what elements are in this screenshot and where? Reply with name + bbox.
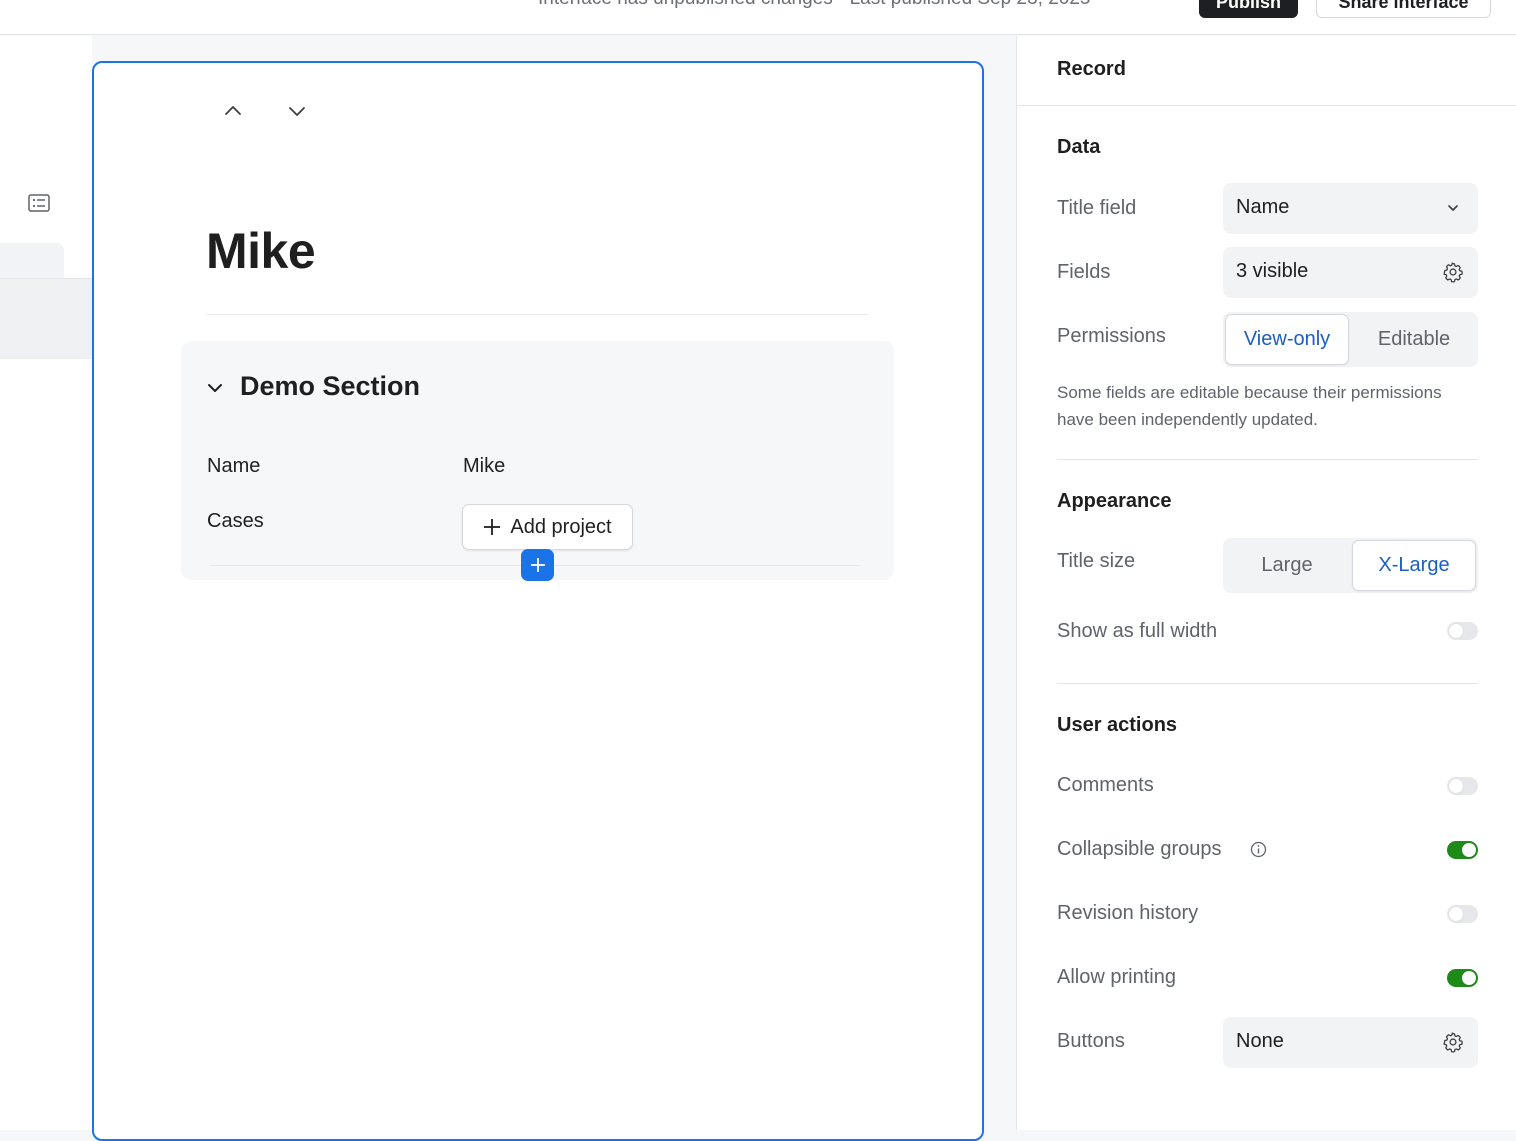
collapsible-groups-toggle[interactable] bbox=[1447, 841, 1478, 859]
publish-button[interactable]: Publish bbox=[1199, 0, 1298, 18]
left-sidebar bbox=[0, 36, 92, 1130]
properties-panel: Record Data Title field Name Fields 3 vi… bbox=[1016, 36, 1516, 1130]
add-project-button[interactable]: Add project bbox=[462, 504, 633, 550]
fields-select[interactable]: 3 visible bbox=[1223, 247, 1478, 298]
section-divider bbox=[1057, 683, 1478, 684]
plus-icon bbox=[530, 558, 545, 572]
gear-icon bbox=[1443, 262, 1463, 283]
revision-history-label: Revision history bbox=[1057, 902, 1199, 924]
user-actions-heading: User actions bbox=[1057, 714, 1178, 736]
title-field-value: Name bbox=[1236, 196, 1290, 218]
title-size-toggle: Large X-Large bbox=[1223, 538, 1478, 593]
permissions-editable[interactable]: Editable bbox=[1352, 314, 1476, 365]
field-label-cases: Cases bbox=[207, 510, 264, 532]
chevron-down-icon bbox=[1448, 205, 1458, 211]
panel-title: Record bbox=[1057, 58, 1126, 80]
fields-value: 3 visible bbox=[1236, 260, 1309, 282]
title-size-large[interactable]: Large bbox=[1225, 540, 1349, 591]
title-divider bbox=[206, 314, 868, 315]
permissions-label: Permissions bbox=[1057, 325, 1166, 347]
info-icon[interactable] bbox=[1250, 841, 1267, 858]
full-width-label: Show as full width bbox=[1057, 620, 1218, 642]
add-project-label: Add project bbox=[510, 515, 612, 538]
title-field-select[interactable]: Name bbox=[1223, 183, 1478, 234]
top-bar: Interface has unpublished changes · Last… bbox=[0, 0, 1516, 35]
allow-printing-toggle[interactable] bbox=[1447, 969, 1478, 987]
record-title: Mike bbox=[206, 223, 316, 279]
collapsible-groups-label: Collapsible groups bbox=[1057, 838, 1222, 860]
appearance-heading: Appearance bbox=[1057, 490, 1172, 512]
field-label-name: Name bbox=[207, 455, 261, 477]
plus-icon bbox=[484, 519, 501, 535]
share-interface-button[interactable]: Share interface bbox=[1316, 0, 1491, 18]
permissions-toggle: View-only Editable bbox=[1223, 312, 1478, 367]
allow-printing-label: Allow printing bbox=[1057, 966, 1176, 988]
fields-label: Fields bbox=[1057, 261, 1111, 283]
panel-header: Record bbox=[1017, 36, 1516, 106]
chevron-up-icon[interactable] bbox=[222, 100, 244, 122]
title-size-x-large[interactable]: X-Large bbox=[1352, 540, 1476, 591]
field-value-name[interactable]: Mike bbox=[463, 455, 505, 478]
permissions-view-only[interactable]: View-only bbox=[1225, 314, 1349, 365]
title-field-label: Title field bbox=[1057, 197, 1137, 219]
insert-element-button[interactable] bbox=[521, 549, 554, 581]
revision-history-toggle[interactable] bbox=[1447, 905, 1478, 923]
chevron-down-icon[interactable] bbox=[286, 100, 308, 122]
section-divider bbox=[1057, 459, 1478, 460]
publish-status: Interface has unpublished changes · Last… bbox=[538, 0, 1090, 10]
comments-toggle[interactable] bbox=[1447, 777, 1478, 795]
section-title: Demo Section bbox=[240, 371, 421, 401]
buttons-select[interactable]: None bbox=[1223, 1017, 1478, 1068]
permissions-help-text: Some fields are editable because their p… bbox=[1057, 383, 1442, 429]
buttons-value: None bbox=[1236, 1030, 1284, 1052]
data-heading: Data bbox=[1057, 136, 1101, 158]
gear-icon bbox=[1443, 1032, 1463, 1053]
full-width-toggle[interactable] bbox=[1447, 622, 1478, 640]
title-size-label: Title size bbox=[1057, 550, 1136, 572]
list-view-icon[interactable] bbox=[28, 194, 50, 212]
buttons-label: Buttons bbox=[1057, 1030, 1125, 1052]
collapse-chevron-icon[interactable] bbox=[206, 379, 224, 397]
sidebar-selected-block[interactable] bbox=[0, 279, 92, 359]
comments-label: Comments bbox=[1057, 774, 1154, 796]
